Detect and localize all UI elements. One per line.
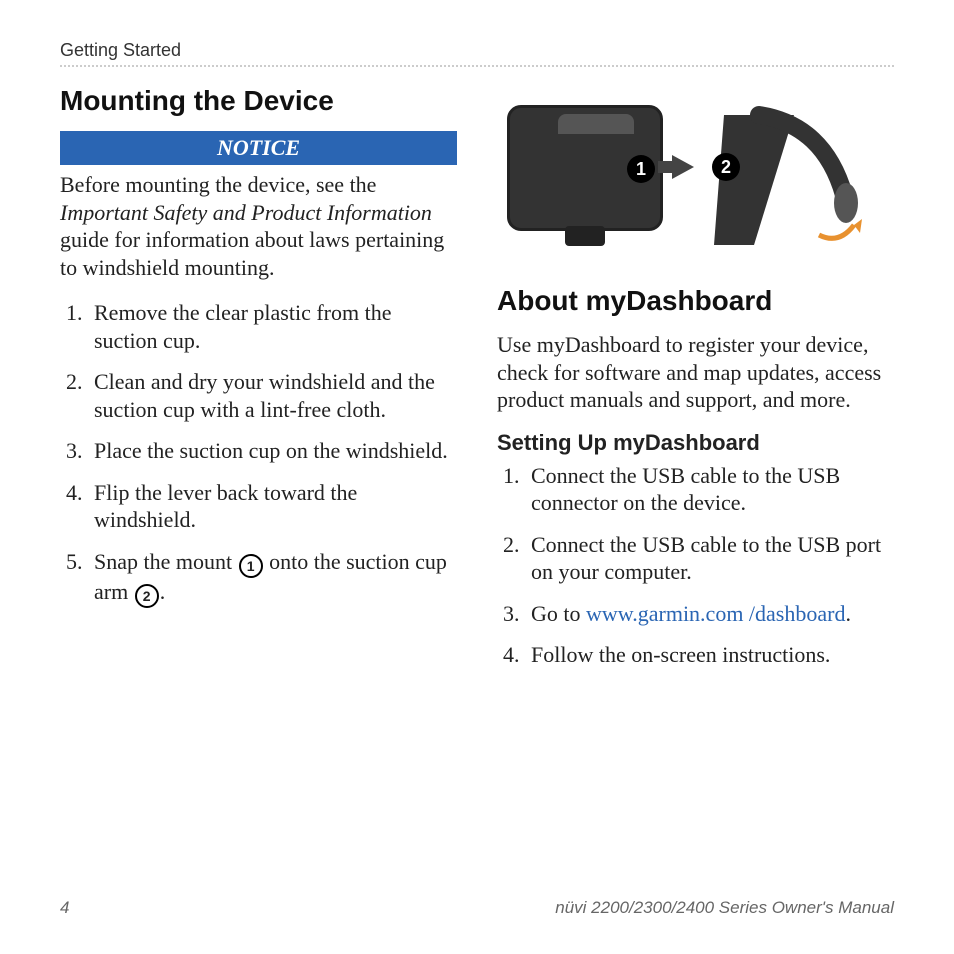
about-title: About myDashboard (497, 285, 894, 317)
setup-step-3b: . (845, 601, 851, 626)
about-intro: Use myDashboard to register your device,… (497, 331, 894, 414)
step-5c: . (160, 579, 166, 604)
right-column: 1 2 About myDashboard Use myDashboard to… (497, 85, 894, 683)
step-1: Remove the clear plastic from the suctio… (88, 299, 457, 354)
notice-before: Before mounting the device, see the (60, 172, 376, 197)
mounting-steps: Remove the clear plastic from the suctio… (60, 299, 457, 608)
setup-steps: Connect the USB cable to the USB connect… (497, 462, 894, 669)
inline-circle-1-icon: 1 (239, 554, 263, 578)
notice-after: guide for information about laws pertain… (60, 227, 444, 280)
mounting-title: Mounting the Device (60, 85, 457, 117)
callout-1-icon: 1 (627, 155, 655, 183)
setup-step-1: Connect the USB cable to the USB connect… (525, 462, 894, 517)
step-5: Snap the mount 1 onto the suction cup ar… (88, 548, 457, 608)
setup-step-3a: Go to (531, 601, 586, 626)
setup-step-3: Go to www.garmin.com /dashboard. (525, 600, 894, 628)
setup-subhead: Setting Up myDashboard (497, 430, 894, 456)
notice-italic: Important Safety and Product Information (60, 200, 432, 225)
step-2: Clean and dry your windshield and the su… (88, 368, 457, 423)
manual-title: nüvi 2200/2300/2400 Series Owner's Manua… (555, 898, 894, 918)
callout-2-icon: 2 (712, 153, 740, 181)
mount-clip-icon (558, 114, 634, 134)
setup-step-4: Follow the on-screen instructions. (525, 641, 894, 669)
notice-text: Before mounting the device, see the Impo… (60, 171, 457, 281)
step-3: Place the suction cup on the windshield. (88, 437, 457, 465)
dashboard-link[interactable]: www.garmin.com /dashboard (586, 601, 845, 626)
arrow-right-icon (672, 155, 694, 179)
page-number: 4 (60, 898, 69, 918)
mount-figure: 1 2 (497, 85, 894, 265)
step-5a: Snap the mount (94, 549, 238, 574)
notice-label: NOTICE (60, 131, 457, 165)
setup-step-2: Connect the USB cable to the USB port on… (525, 531, 894, 586)
footer: 4 nüvi 2200/2300/2400 Series Owner's Man… (60, 898, 894, 918)
header-section: Getting Started (60, 40, 894, 67)
left-column: Mounting the Device NOTICE Before mounti… (60, 85, 457, 683)
step-4: Flip the lever back toward the windshiel… (88, 479, 457, 534)
inline-circle-2-icon: 2 (135, 584, 159, 608)
